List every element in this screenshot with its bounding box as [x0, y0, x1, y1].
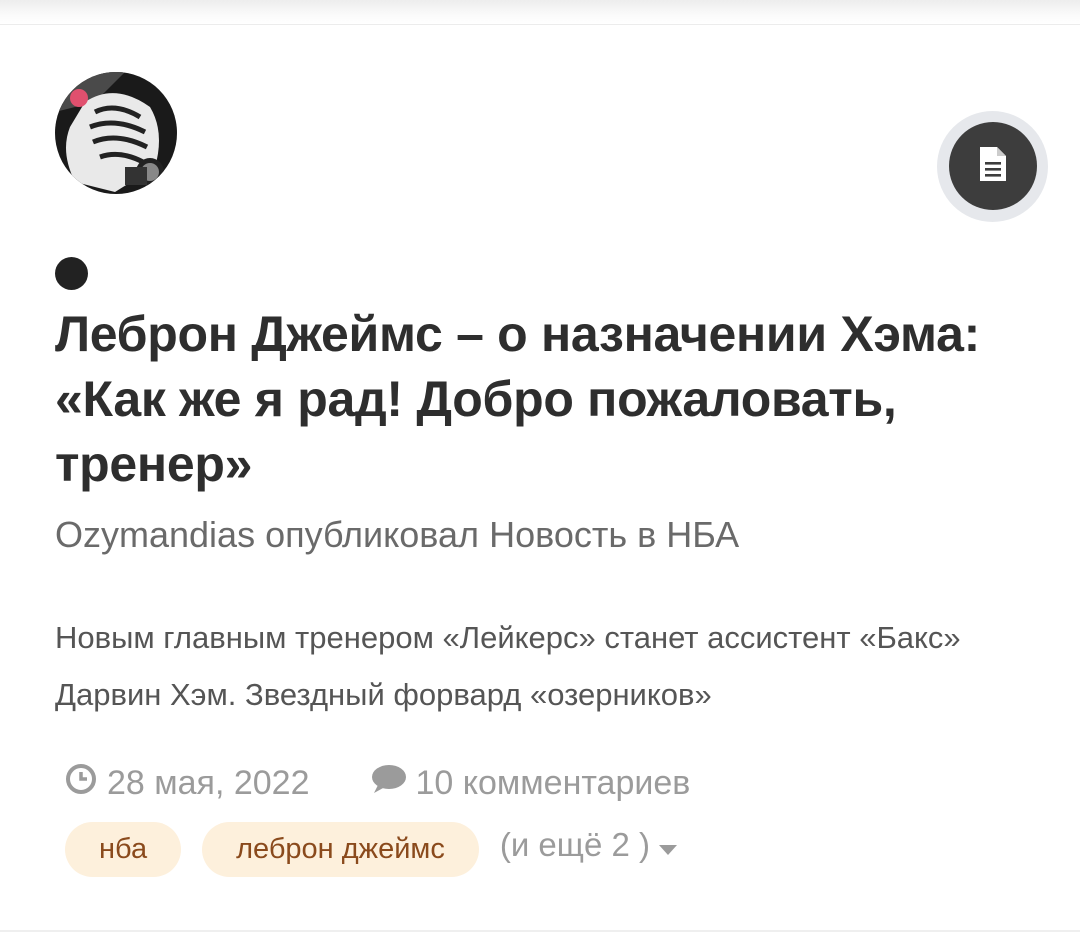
post-card: Леброн Джеймс – о назначении Хэма: «Как …	[0, 24, 1080, 932]
post-byline: Ozymandias опубликовал Новость в НБА	[55, 509, 1015, 561]
clock-icon	[65, 763, 107, 804]
document-icon	[978, 146, 1008, 187]
post-type-button[interactable]	[949, 122, 1037, 210]
unread-indicator	[55, 257, 88, 290]
more-tags-label: (и ещё 2 )	[499, 826, 650, 863]
content-type-link[interactable]: Новость	[489, 514, 627, 555]
more-tags-toggle[interactable]: (и ещё 2 )	[500, 826, 678, 864]
author-link[interactable]: Ozymandias	[55, 514, 255, 555]
published-text: опубликовал	[265, 514, 480, 555]
tag-chip[interactable]: нба	[65, 821, 182, 877]
date-text: 28 мая, 2022	[107, 763, 310, 802]
category-link[interactable]: НБА	[666, 514, 739, 555]
top-bar-shadow	[0, 0, 1080, 25]
author-avatar[interactable]	[55, 72, 177, 194]
post-meta: 28 мая, 2022 10 комментариев	[65, 758, 690, 808]
tag-list: нба леброн джеймс (и ещё 2 )	[65, 821, 678, 877]
avatar-image	[55, 72, 177, 194]
comment-icon	[370, 764, 416, 803]
tag-chip[interactable]: леброн джеймс	[202, 821, 479, 877]
in-text: в	[637, 514, 657, 555]
caret-down-icon	[658, 826, 678, 864]
comments-text: 10 комментариев	[415, 763, 691, 802]
post-comments[interactable]: 10 комментариев	[370, 763, 691, 803]
post-excerpt: Новым главным тренером «Лейкерс» станет …	[55, 620, 961, 712]
post-title[interactable]: Леброн Джеймс – о назначении Хэма: «Как …	[55, 302, 1015, 497]
post-date: 28 мая, 2022	[65, 763, 310, 804]
